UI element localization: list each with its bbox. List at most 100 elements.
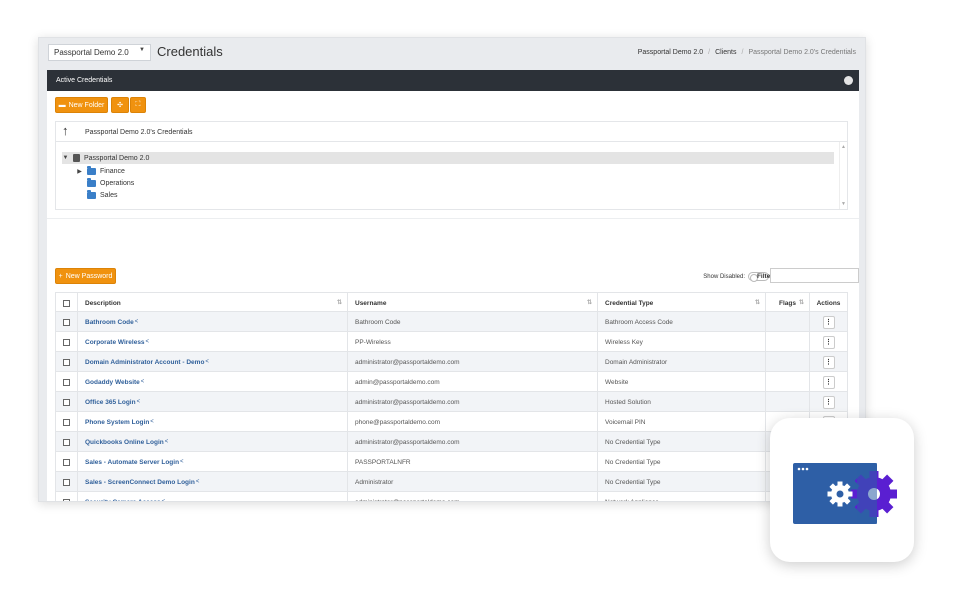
row-checkbox[interactable] [63,318,70,326]
credential-link[interactable]: Sales - ScreenConnect Demo Login [85,479,195,486]
tree-item-root[interactable]: ▼ Passportal Demo 2.0 [62,152,834,164]
tree-item-finance[interactable]: ▶ Finance [76,165,125,177]
description-cell: Sales - ScreenConnect Demo Login < [77,472,347,492]
tree-item-label: Sales [100,191,118,199]
column-description[interactable]: Description ⇅ [77,293,347,313]
credential-link[interactable]: Domain Administrator Account - Demo [85,359,204,366]
flags-cell [765,312,809,332]
kebab-menu-icon[interactable]: ⋮ [822,395,835,409]
kebab-menu-icon[interactable]: ⋮ [822,355,835,369]
sort-icon[interactable]: ⇅ [337,299,342,306]
table-row: Godaddy Website < admin@passportaldemo.com… [55,372,848,392]
credential-type-cell: No Credential Type [597,472,765,492]
username-cell: admin@passportaldemo.com [347,372,597,392]
actions-cell: ⋮ [809,392,848,412]
column-flags[interactable]: Flags ⇅ [765,293,809,313]
breadcrumb-item-clients[interactable]: Clients [715,49,736,56]
flags-cell [765,332,809,352]
panel-collapse-toggle[interactable] [844,76,853,85]
folder-icon: ▬ [58,101,66,109]
tree-item-operations[interactable]: Operations [76,177,134,189]
share-icon[interactable]: < [137,399,141,405]
actions-cell: ⋮ [809,312,848,332]
column-label: Actions [816,299,841,307]
sort-icon[interactable]: ⇅ [587,299,592,306]
column-label: Description [85,299,121,307]
tree-scrollbar[interactable]: ▲ ▼ [839,142,847,209]
filter-input[interactable] [770,268,859,283]
breadcrumb-item-current: Passportal Demo 2.0's Credentials [748,49,856,56]
row-checkbox[interactable] [63,358,70,366]
caret-down-icon[interactable]: ▼ [62,155,69,161]
breadcrumb-separator: / [708,49,711,56]
kebab-menu-icon[interactable]: ⋮ [822,315,835,329]
row-checkbox[interactable] [63,418,70,426]
org-select[interactable]: Passportal Demo 2.0 ▼ [48,44,151,61]
share-icon[interactable]: < [141,379,145,385]
description-cell: Domain Administrator Account - Demo < [77,352,347,372]
column-actions: Actions [809,293,848,313]
share-icon[interactable]: < [150,419,154,425]
row-checkbox[interactable] [63,498,70,501]
credential-link[interactable]: Security Camera Access [85,499,161,502]
table-row: Sales - Automate Server Login < PASSPORTAL… [55,452,848,472]
flags-cell [765,372,809,392]
actions-cell: ⋮ [809,352,848,372]
breadcrumb-separator: / [741,49,744,56]
share-icon[interactable]: < [180,459,184,465]
credential-link[interactable]: Office 365 Login [85,399,136,406]
credential-type-cell: Network Appliance [597,492,765,501]
share-icon[interactable]: < [146,339,150,345]
plus-icon: + [58,272,63,280]
credential-link[interactable]: Bathroom Code [85,319,134,326]
flags-cell [765,352,809,372]
username-cell: PASSPORTALNFR [347,452,597,472]
row-checkbox[interactable] [63,378,70,386]
app-tile [770,418,914,562]
table-row: Bathroom Code < Bathroom Code Bathroom Acce… [55,312,848,332]
credential-type-cell: Website [597,372,765,392]
credential-link[interactable]: Phone System Login [85,419,149,426]
move-button[interactable]: ✣ [111,97,129,113]
new-password-button[interactable]: + New Password [55,268,116,284]
kebab-menu-icon[interactable]: ⋮ [822,335,835,349]
username-cell: phone@passportaldemo.com [347,412,597,432]
column-credential-type[interactable]: Credential Type ⇅ [597,293,765,313]
table-row: Security Camera Access < administrator@pas… [55,492,848,502]
scroll-down-icon[interactable]: ▼ [841,201,846,207]
move-icon: ✣ [117,102,123,109]
tree-item-label: Operations [100,179,135,187]
share-icon[interactable]: < [135,319,139,325]
row-checkbox[interactable] [63,438,70,446]
caret-right-icon[interactable]: ▶ [76,168,83,175]
share-icon[interactable]: < [165,439,169,445]
new-folder-button[interactable]: ▬ New Folder [55,97,108,113]
row-checkbox-cell [55,332,77,352]
expand-button[interactable]: ⛶ [130,97,146,113]
credential-link[interactable]: Sales - Automate Server Login [85,459,179,466]
row-checkbox[interactable] [63,458,70,466]
gear-icon [827,481,853,507]
sort-icon[interactable]: ⇅ [799,299,804,306]
row-checkbox[interactable] [63,478,70,486]
credential-link[interactable]: Corporate Wireless [85,339,145,346]
tree-item-sales[interactable]: Sales [76,189,118,201]
scroll-up-icon[interactable]: ▲ [841,144,846,150]
kebab-menu-icon[interactable]: ⋮ [822,375,835,389]
new-folder-label: New Folder [68,101,105,109]
up-arrow-icon[interactable]: ↑ [62,123,69,138]
column-label: Flags [779,299,796,307]
new-password-label: New Password [65,272,113,280]
row-checkbox[interactable] [63,338,70,346]
sort-icon[interactable]: ⇅ [755,299,760,306]
select-all-checkbox[interactable] [63,299,70,307]
share-icon[interactable]: < [162,499,166,501]
breadcrumb-item-org[interactable]: Passportal Demo 2.0 [638,49,703,56]
column-label: Credential Type [605,299,654,307]
share-icon[interactable]: < [196,479,200,485]
column-username[interactable]: Username ⇅ [347,293,597,313]
credential-link[interactable]: Quickbooks Online Login [85,439,164,446]
credential-link[interactable]: Godaddy Website [85,379,140,386]
share-icon[interactable]: < [205,359,209,365]
row-checkbox[interactable] [63,398,70,406]
